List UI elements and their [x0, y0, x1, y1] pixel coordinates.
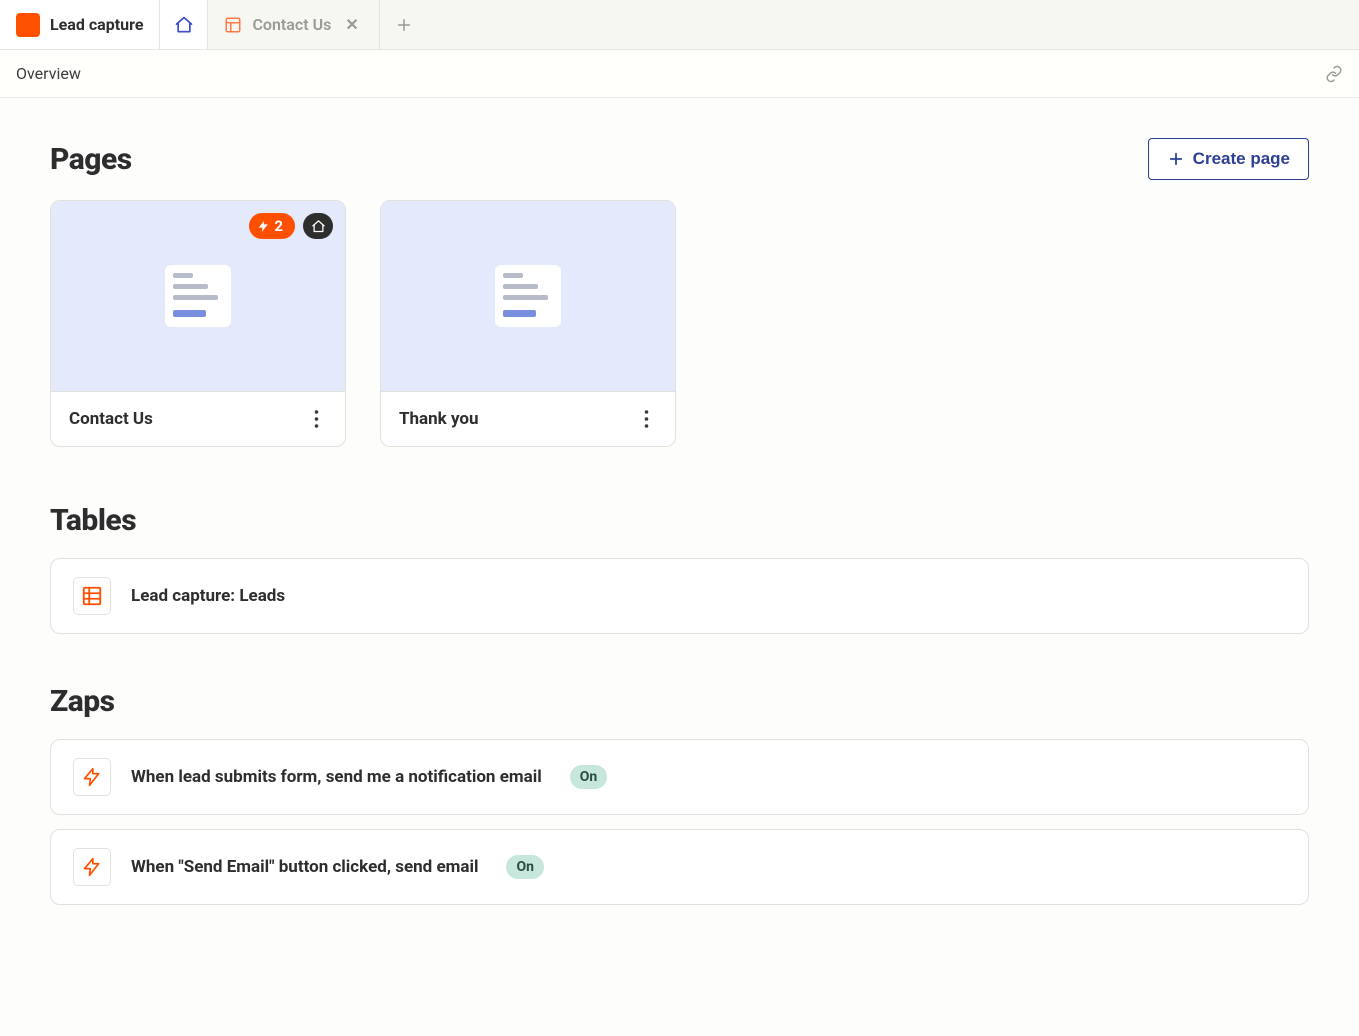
- section-title-zaps: Zaps: [50, 684, 115, 719]
- interface-icon: [224, 16, 242, 34]
- link-icon[interactable]: [1325, 65, 1343, 83]
- page-preview: [381, 201, 675, 391]
- page-card[interactable]: Thank you: [380, 200, 676, 447]
- status-badge: On: [570, 765, 608, 789]
- lightning-icon: [82, 767, 102, 787]
- main-content: Pages Create page 2: [0, 98, 1359, 995]
- plus-icon: [1167, 150, 1185, 168]
- section-zaps: Zaps When lead submits form, send me a n…: [50, 684, 1309, 905]
- section-title-pages: Pages: [50, 142, 132, 177]
- zap-count-badge: 2: [249, 213, 295, 239]
- section-head-pages: Pages Create page: [50, 138, 1309, 180]
- page-card-menu-button[interactable]: [636, 406, 657, 432]
- page-card-footer: Thank you: [381, 391, 675, 446]
- create-page-button[interactable]: Create page: [1148, 138, 1309, 180]
- pages-cards-row: 2 Contact Us: [50, 200, 1309, 447]
- section-tables: Tables Lead capture: Leads: [50, 503, 1309, 634]
- tab-page[interactable]: Contact Us ✕: [208, 0, 379, 49]
- tab-page-label: Contact Us: [252, 15, 331, 34]
- zap-icon-box: [73, 848, 111, 886]
- preview-badges: 2: [249, 213, 333, 239]
- zap-row[interactable]: When lead submits form, send me a notifi…: [50, 739, 1309, 815]
- status-badge: On: [506, 855, 544, 879]
- home-icon: [311, 219, 326, 234]
- section-pages: Pages Create page 2: [50, 138, 1309, 447]
- form-preview-icon: [165, 265, 231, 327]
- plus-icon: [395, 16, 413, 34]
- zap-row[interactable]: When "Send Email" button clicked, send e…: [50, 829, 1309, 905]
- zap-icon-box: [73, 758, 111, 796]
- breadcrumb: Overview: [16, 64, 81, 83]
- form-preview-icon: [495, 265, 561, 327]
- tab-app-home[interactable]: Lead capture: [0, 0, 160, 49]
- section-head-tables: Tables: [50, 503, 1309, 538]
- section-title-tables: Tables: [50, 503, 136, 538]
- page-card-menu-button[interactable]: [306, 406, 327, 432]
- page-card-title: Thank you: [399, 409, 479, 429]
- page-card-title: Contact Us: [69, 409, 153, 429]
- table-row-title: Lead capture: Leads: [131, 586, 285, 606]
- zap-count: 2: [274, 217, 283, 235]
- kebab-icon: [314, 410, 319, 428]
- home-badge: [303, 213, 333, 239]
- app-icon: [16, 13, 40, 37]
- tab-bar: Lead capture Contact Us ✕: [0, 0, 1359, 50]
- page-card[interactable]: 2 Contact Us: [50, 200, 346, 447]
- lightning-icon: [82, 857, 102, 877]
- zap-row-title: When lead submits form, send me a notifi…: [131, 767, 542, 787]
- page-preview: 2: [51, 201, 345, 391]
- zap-row-title: When "Send Email" button clicked, send e…: [131, 857, 478, 877]
- sub-header: Overview: [0, 50, 1359, 98]
- table-row[interactable]: Lead capture: Leads: [50, 558, 1309, 634]
- section-head-zaps: Zaps: [50, 684, 1309, 719]
- tab-home-icon[interactable]: [160, 0, 208, 49]
- subheader-actions: [1325, 65, 1343, 83]
- table-icon: [81, 585, 103, 607]
- kebab-icon: [644, 410, 649, 428]
- tab-label: Lead capture: [50, 15, 143, 34]
- create-page-label: Create page: [1193, 149, 1290, 169]
- home-icon: [174, 15, 194, 35]
- table-icon-box: [73, 577, 111, 615]
- page-card-footer: Contact Us: [51, 391, 345, 446]
- close-icon[interactable]: ✕: [341, 15, 362, 34]
- lightning-icon: [257, 220, 270, 233]
- tab-add-button[interactable]: [380, 0, 428, 49]
